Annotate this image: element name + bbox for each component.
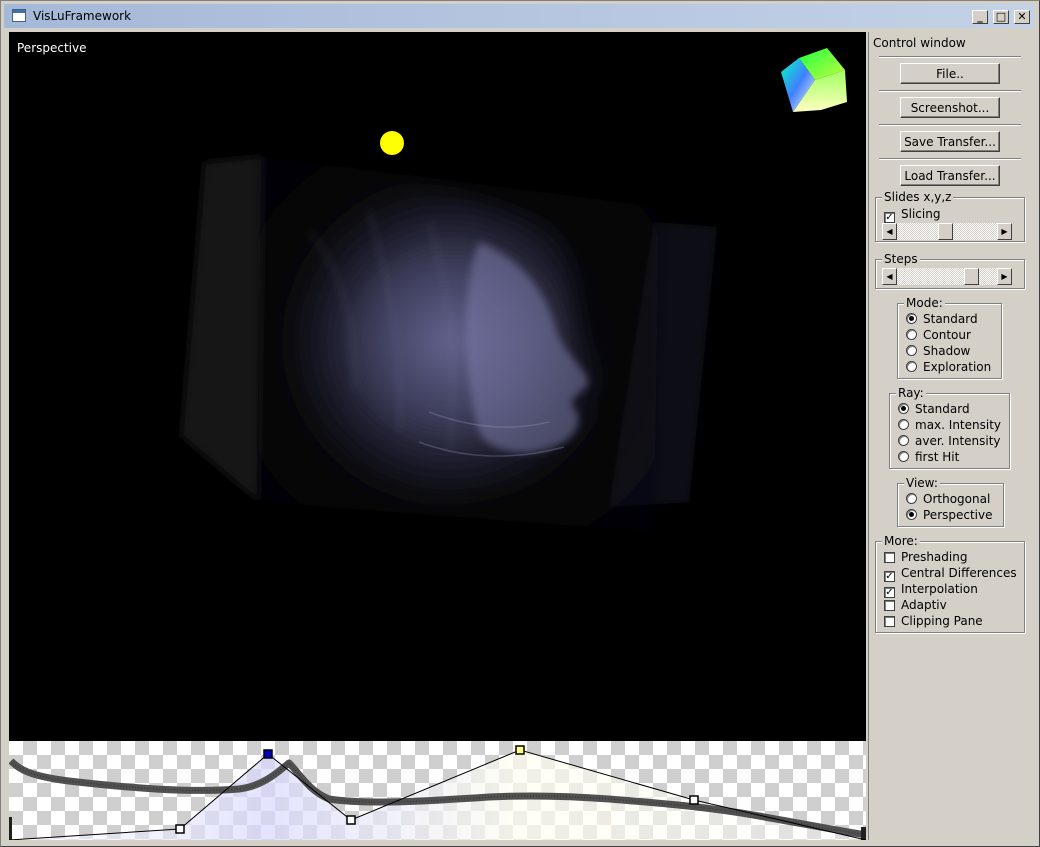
preshading-checkbox[interactable]: Preshading: [884, 549, 967, 565]
mode-group-title: Mode:: [904, 296, 945, 310]
more-group: More: Preshading ✓ Central Differences ✓ I…: [875, 534, 1025, 633]
histogram-spike: [9, 817, 12, 840]
check-box[interactable]: [884, 600, 895, 611]
file-button[interactable]: File..: [900, 63, 1000, 84]
radio-icon[interactable]: [906, 313, 917, 324]
checkbox-label: Adaptiv: [901, 598, 947, 612]
view-option-orthogonal[interactable]: Orthogonal: [906, 491, 990, 507]
save-transfer-button[interactable]: Save Transfer...: [900, 131, 1000, 152]
control-point-selected[interactable]: [263, 749, 273, 759]
adaptiv-checkbox[interactable]: Adaptiv: [884, 597, 947, 613]
control-point-highlight[interactable]: [515, 745, 525, 755]
radio-icon[interactable]: [898, 419, 909, 430]
color-cube-icon[interactable]: [781, 48, 847, 112]
slides-slider[interactable]: ◀ ▶: [882, 223, 1012, 240]
steps-slider-thumb[interactable]: [964, 268, 979, 285]
radio-icon[interactable]: [906, 345, 917, 356]
mode-option-label: Standard: [923, 312, 978, 326]
opacity-area: [9, 750, 866, 840]
ray-option-label: first Hit: [915, 450, 960, 464]
separator: [879, 90, 1021, 92]
radio-icon[interactable]: [906, 329, 917, 340]
mode-option-label: Contour: [923, 328, 971, 342]
light-sphere-icon[interactable]: [380, 131, 404, 155]
view-option-label: Perspective: [923, 508, 993, 522]
central-differences-checkbox[interactable]: ✓ Central Differences: [884, 565, 1017, 582]
control-point[interactable]: [175, 824, 185, 834]
main-window: VisLuFramework _ □ ✕ Perspective Control…: [0, 0, 1040, 847]
steps-group: Steps ◀ ▶: [875, 252, 1025, 289]
control-point[interactable]: [346, 815, 356, 825]
view-option-label: Orthogonal: [923, 492, 991, 506]
transfer-function-graph: [9, 745, 866, 840]
radio-icon[interactable]: [898, 403, 909, 414]
app-window-icon: [12, 9, 26, 22]
ray-group: Ray: Standard max. Intensity aver. Inten…: [889, 386, 1010, 469]
control-panel: Control window File.. Screenshot... Save…: [868, 32, 1033, 840]
view-group: View: Orthogonal Perspective: [897, 476, 1004, 527]
check-box[interactable]: [884, 552, 895, 563]
close-button[interactable]: ✕: [1014, 10, 1030, 24]
ray-option-label: max. Intensity: [915, 418, 1002, 432]
screenshot-button[interactable]: Screenshot...: [900, 97, 1000, 118]
radio-icon[interactable]: [898, 435, 909, 446]
minimize-button[interactable]: _: [972, 10, 988, 24]
mode-option-standard[interactable]: Standard: [906, 311, 978, 327]
mode-option-exploration[interactable]: Exploration: [906, 359, 991, 375]
mode-option-label: Exploration: [923, 360, 992, 374]
radio-icon[interactable]: [898, 451, 909, 462]
ray-group-title: Ray:: [896, 386, 926, 400]
radio-icon[interactable]: [906, 493, 917, 504]
checkbox-label: Preshading: [901, 550, 968, 564]
steps-group-title: Steps: [882, 252, 920, 266]
slicing-check-box[interactable]: ✓: [884, 212, 895, 223]
mode-group: Mode: Standard Contour Shadow Exploratio…: [897, 296, 1002, 379]
ray-option-label: Standard: [915, 402, 970, 416]
control-point[interactable]: [689, 795, 699, 805]
separator: [879, 124, 1021, 126]
separator: [879, 158, 1021, 160]
checkbox-label: Interpolation: [901, 582, 978, 596]
ray-option-first-hit[interactable]: first Hit: [898, 449, 959, 465]
slides-group: Slides x,y,z ✓ Slicing ◀ ▶: [875, 190, 1025, 242]
left-arrow-icon[interactable]: ◀: [882, 268, 897, 285]
ray-option-label: aver. Intensity: [915, 434, 1001, 448]
slicing-label: Slicing: [901, 207, 941, 221]
slides-slider-thumb[interactable]: [938, 223, 953, 240]
steps-slider[interactable]: ◀ ▶: [882, 268, 1012, 285]
separator: [879, 56, 1021, 58]
more-group-title: More:: [882, 534, 920, 548]
volume-render: [181, 48, 847, 532]
slides-group-title: Slides x,y,z: [882, 190, 954, 204]
view-group-title: View:: [904, 476, 940, 490]
right-arrow-icon[interactable]: ▶: [997, 223, 1012, 240]
maximize-button[interactable]: □: [993, 10, 1009, 24]
histogram-tail: [861, 827, 866, 840]
mode-option-shadow[interactable]: Shadow: [906, 343, 970, 359]
mode-option-contour[interactable]: Contour: [906, 327, 971, 343]
render-viewport[interactable]: Perspective: [9, 32, 866, 741]
ray-option-standard[interactable]: Standard: [898, 401, 970, 417]
load-transfer-button[interactable]: Load Transfer...: [900, 165, 1000, 186]
mode-option-label: Shadow: [923, 344, 971, 358]
checkbox-label: Clipping Pane: [901, 614, 983, 628]
left-arrow-icon[interactable]: ◀: [882, 223, 897, 240]
title-bar[interactable]: VisLuFramework _ □ ✕: [4, 4, 1034, 28]
ray-option-aver-intensity[interactable]: aver. Intensity: [898, 433, 1001, 449]
window-title: VisLuFramework: [33, 9, 132, 23]
ray-option-max-intensity[interactable]: max. Intensity: [898, 417, 1001, 433]
interpolation-checkbox[interactable]: ✓ Interpolation: [884, 581, 978, 598]
right-arrow-icon[interactable]: ▶: [997, 268, 1012, 285]
check-box[interactable]: [884, 616, 895, 627]
clipping-pane-checkbox[interactable]: Clipping Pane: [884, 613, 983, 629]
transfer-function-editor[interactable]: [9, 741, 866, 840]
slicing-checkbox[interactable]: ✓ Slicing: [884, 206, 941, 223]
radio-icon[interactable]: [906, 361, 917, 372]
panel-title: Control window: [873, 36, 966, 50]
view-option-perspective[interactable]: Perspective: [906, 507, 993, 523]
radio-icon[interactable]: [906, 509, 917, 520]
checkbox-label: Central Differences: [901, 566, 1017, 580]
